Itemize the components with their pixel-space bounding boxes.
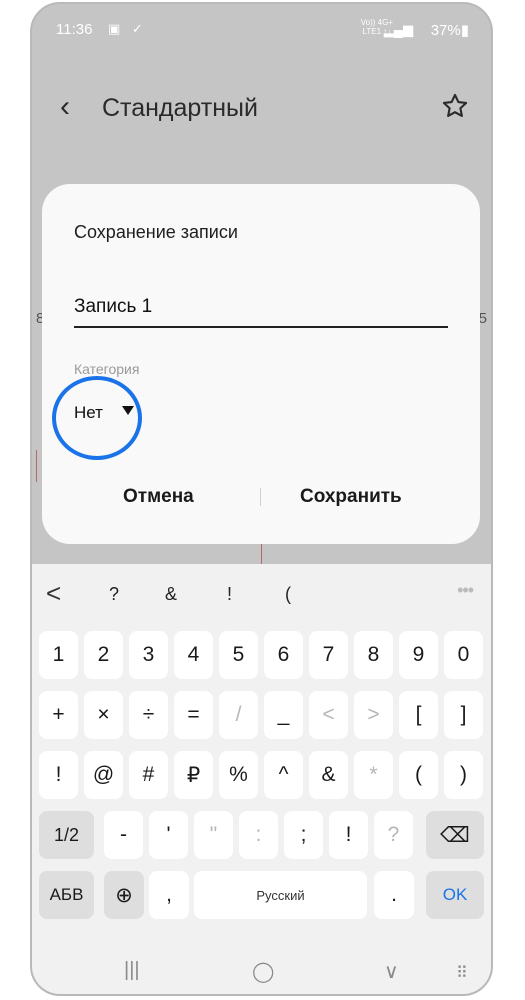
key[interactable]: @	[84, 751, 123, 799]
category-label: Категория	[74, 361, 140, 377]
key[interactable]: 3	[129, 631, 168, 679]
key[interactable]: ÷	[129, 691, 168, 739]
dialog-title: Сохранение записи	[74, 222, 238, 242]
key[interactable]: _	[264, 691, 303, 739]
key[interactable]: 0	[444, 631, 483, 679]
period-key[interactable]: .	[374, 871, 414, 919]
key[interactable]: "	[194, 811, 233, 859]
key[interactable]: (	[399, 751, 438, 799]
key[interactable]: /	[219, 691, 258, 739]
globe-icon[interactable]: ⊕	[104, 871, 144, 919]
favorite-star-icon[interactable]	[441, 92, 469, 120]
suggestion-item[interactable]: &	[165, 584, 177, 605]
status-bar: 11:36 ▣ ✓ Vo)) 4G+ LTE1 ↑↓ ▂▄▆ 37%▮	[32, 4, 491, 52]
battery-indicator: 37%▮	[430, 22, 469, 39]
key[interactable]: ^	[264, 751, 303, 799]
key[interactable]: [	[399, 691, 438, 739]
back-arrow-icon[interactable]: ‹	[60, 92, 70, 122]
save-record-dialog: Сохранение записи Запись 1 Категория Нет…	[42, 184, 480, 544]
key[interactable]: >	[354, 691, 393, 739]
dropdown-caret-icon[interactable]	[122, 406, 134, 415]
key[interactable]: '	[149, 811, 188, 859]
key[interactable]: 5	[219, 631, 258, 679]
backspace-key[interactable]: ⌫	[426, 811, 484, 859]
comma-key[interactable]: ,	[149, 871, 189, 919]
key[interactable]: ×	[84, 691, 123, 739]
record-name-input[interactable]: Запись 1	[74, 296, 152, 318]
category-dropdown[interactable]: Нет	[74, 403, 103, 423]
nav-back-icon[interactable]: ∨	[384, 959, 399, 984]
key[interactable]: ;	[284, 811, 323, 859]
space-key[interactable]: Русский	[194, 871, 367, 919]
key[interactable]: %	[219, 751, 258, 799]
key[interactable]: =	[174, 691, 213, 739]
phone-screen: 11:36 ▣ ✓ Vo)) 4G+ LTE1 ↑↓ ▂▄▆ 37%▮ ‹ Ст…	[30, 2, 493, 996]
signal-icon: ▂▄▆	[383, 22, 413, 37]
keyboard-hide-icon[interactable]: ⠿	[456, 963, 468, 983]
key[interactable]: ?	[374, 811, 413, 859]
status-time: 11:36	[56, 21, 93, 38]
key[interactable]: )	[444, 751, 483, 799]
key[interactable]: !	[329, 811, 368, 859]
suggestion-item[interactable]: ?	[109, 584, 119, 605]
key[interactable]: :	[239, 811, 278, 859]
suggestion-back-icon[interactable]: <	[46, 578, 61, 609]
save-button[interactable]: Сохранить	[300, 486, 402, 508]
key[interactable]: 9	[399, 631, 438, 679]
key[interactable]: &	[309, 751, 348, 799]
key[interactable]: ₽	[174, 751, 213, 799]
cancel-button[interactable]: Отмена	[123, 486, 194, 508]
background-tick	[261, 542, 262, 564]
keyboard: < ? & ! ( ••• 1 2 3 4 5 6 7 8 9 0 + × ÷ = / _ < >[]! @ # ₽% ^…	[32, 564, 491, 947]
suggestion-bar: < ? & ! ( •••	[32, 564, 491, 620]
ok-key[interactable]: OK	[426, 871, 484, 919]
recents-icon[interactable]: |||	[124, 959, 140, 982]
key[interactable]: 1	[39, 631, 78, 679]
more-options-icon[interactable]: •••	[457, 580, 474, 601]
navigation-bar: ||| ◯ ∨ ⠿	[32, 947, 491, 994]
app-bar: ‹ Стандартный	[32, 82, 491, 138]
language-switch-key[interactable]: АБВ	[39, 871, 94, 919]
home-icon[interactable]: ◯	[252, 959, 274, 984]
key[interactable]: -	[104, 811, 143, 859]
key[interactable]: 6	[264, 631, 303, 679]
key[interactable]: ]	[444, 691, 483, 739]
key[interactable]: <	[309, 691, 348, 739]
suggestion-item[interactable]: (	[285, 584, 291, 605]
key[interactable]: 8	[354, 631, 393, 679]
key[interactable]: 7	[309, 631, 348, 679]
symbol-page-key[interactable]: 1/2	[39, 811, 94, 859]
notification-icons: ▣ ✓	[108, 21, 147, 36]
suggestion-item[interactable]: !	[227, 584, 232, 605]
key[interactable]: #	[129, 751, 168, 799]
key[interactable]: !	[39, 751, 78, 799]
page-title: Стандартный	[102, 94, 258, 122]
key[interactable]: *	[354, 751, 393, 799]
key[interactable]: +	[39, 691, 78, 739]
input-underline	[74, 326, 448, 328]
key[interactable]: 2	[84, 631, 123, 679]
key[interactable]: 4	[174, 631, 213, 679]
button-divider	[260, 488, 261, 506]
